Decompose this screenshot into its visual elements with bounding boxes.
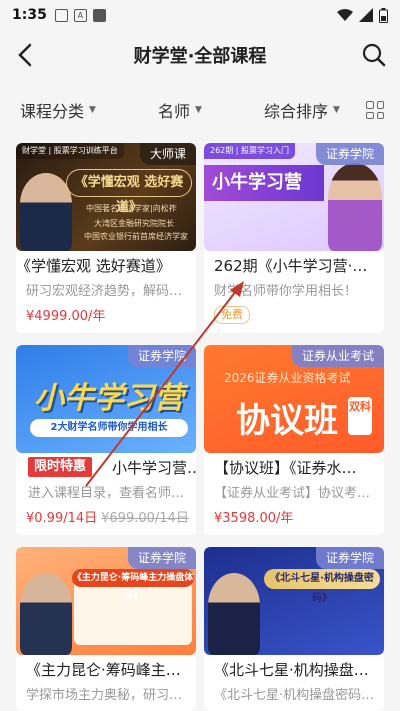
status-time: 1:35 [12, 7, 47, 23]
square-icon [92, 8, 106, 22]
filter-sort-label: 综合排序 [264, 102, 329, 121]
caret-down-icon: ▼ [195, 105, 202, 115]
wifi-icon [337, 9, 353, 21]
thumb-line: 大湾区金融研究院院长 [94, 219, 174, 228]
free-tag: 免费 [214, 306, 250, 324]
font-a-icon: A [73, 8, 87, 22]
back-arrow-icon[interactable] [10, 39, 42, 71]
signal-icon [359, 8, 373, 22]
category-badge: 证券学院 [127, 345, 196, 367]
thumb-line: 中国著名经济学家|向松祚 [86, 204, 177, 213]
thumb-title: 《主力昆仑·筹码峰主力操盘体系》 [72, 569, 194, 601]
course-card[interactable]: 《主力昆仑·筹码峰主力操盘体系》 证券学院 《主力昆仑·筹码峰主… 学探市场主力… [16, 547, 196, 711]
course-card[interactable]: 262期 | 股票学习入门 小牛学习营 证券学院 262期《小牛学习营·… 财学… [204, 143, 384, 333]
page-title: 财学堂·全部课程 [133, 46, 267, 67]
course-card[interactable]: 《北斗七星·机构操盘密码》 证券学院 《北斗七星·机构操盘… 《北斗七星·机构操… [204, 547, 384, 711]
category-badge: 证券学院 [315, 547, 384, 569]
course-subtitle: 《北斗七星·机构操盘密码… [214, 688, 375, 703]
thumb-strip: 2大财学名师带你学用相长 [30, 419, 188, 437]
thumb-line: 中国农业银行前首席经济学家 [84, 232, 188, 241]
promo-badge: 限时特惠 [28, 457, 93, 477]
filter-teacher-label: 名师 [158, 102, 191, 121]
course-title: 262期《小牛学习营·… [214, 257, 368, 275]
course-price: ¥3598.00/年 [214, 511, 294, 526]
filter-category[interactable]: 课程分类 ▼ [20, 98, 96, 122]
course-thumbnail: 《主力昆仑·筹码峰主力操盘体系》 证券学院 [16, 547, 196, 655]
category-badge: 证券学院 [127, 547, 196, 569]
course-subtitle: 进入课程目录，查看名师… [28, 486, 185, 501]
speaker-photo [20, 573, 72, 655]
course-thumbnail: 《北斗七星·机构操盘密码》 证券学院 [204, 547, 384, 655]
caret-down-icon: ▼ [333, 105, 340, 115]
status-bar: 1:35 A [0, 0, 400, 30]
category-badge: 证券从业考试 [291, 345, 384, 367]
battery-icon [379, 7, 388, 23]
thumb-top-text: 2026证券从业资格考试 [224, 371, 351, 385]
course-title: 《学懂宏观 选好赛道》 [16, 257, 171, 275]
course-title: 【协议班】《证券水… [214, 459, 357, 477]
current-price: ¥0.99/14日 [26, 511, 98, 526]
course-thumbnail: 262期 | 股票学习入门 小牛学习营 证券学院 [204, 143, 384, 251]
filter-sort[interactable]: 综合排序 ▼ [264, 98, 340, 122]
search-icon[interactable] [358, 39, 390, 71]
image-icon [54, 8, 68, 22]
course-subtitle: 财学名师带你学用相长！ [214, 284, 358, 299]
filter-category-label: 课程分类 [20, 102, 85, 121]
course-subtitle: 【证券从业考试】协议考… [214, 486, 371, 501]
course-price: ¥4999.00/年 [26, 309, 106, 324]
grid-view-icon[interactable] [366, 101, 384, 119]
course-thumbnail: 小牛学习营 2大财学名师带你学用相长 证券学院 [16, 345, 196, 453]
category-badge: 大师课 [139, 143, 196, 165]
filter-bar: 课程分类 ▼ 名师 ▼ 综合排序 ▼ [0, 90, 400, 130]
caret-down-icon: ▼ [89, 105, 96, 115]
course-subtitle: 学探市场主力奥秘，研习… [26, 688, 183, 703]
course-card[interactable]: 财学堂 | 股票学习训练平台 《学懂宏观 选好赛道》 中国著名经济学家|向松祚 … [16, 143, 196, 333]
course-title: 《北斗七星·机构操盘… [214, 661, 369, 679]
course-title: 《主力昆仑·筹码峰主… [26, 661, 181, 679]
filter-teacher[interactable]: 名师 ▼ [158, 98, 202, 122]
course-subtitle: 研习宏观经济趋势，解码… [26, 284, 183, 299]
course-thumbnail: 财学堂 | 股票学习训练平台 《学懂宏观 选好赛道》 中国著名经济学家|向松祚 … [16, 143, 196, 251]
course-thumbnail: 2026证券从业资格考试 协议班 双科 证券从业考试 [204, 345, 384, 453]
thumb-title: 小牛学习营 [204, 165, 324, 201]
nav-header: 财学堂·全部课程 [0, 30, 400, 80]
thumb-dual-tag: 双科 [348, 397, 372, 435]
category-badge: 证券学院 [315, 143, 384, 165]
thumb-title: 小牛学习营 [34, 381, 184, 416]
brand-bar: 财学堂 | 股票学习训练平台 [16, 143, 124, 159]
speaker-photo [208, 573, 260, 655]
original-price: ¥699.00/14日 [101, 511, 189, 526]
speaker-photo [20, 173, 72, 251]
thumb-title: 《学懂宏观 选好赛道》 [66, 169, 192, 215]
course-card[interactable]: 小牛学习营 2大财学名师带你学用相长 证券学院 限时特惠 小牛学习营… 进入课程… [16, 345, 196, 535]
course-price: ¥0.99/14日 ¥699.00/14日 [26, 507, 189, 526]
thumb-title: 《北斗七星·机构操盘密码》 [264, 569, 380, 604]
course-title: 小牛学习营… [112, 459, 196, 477]
course-card[interactable]: 2026证券从业资格考试 协议班 双科 证券从业考试 【协议班】《证券水… 【证… [204, 345, 384, 535]
thumb-top-text: 262期 | 股票学习入门 [204, 143, 296, 159]
speaker-photo [328, 163, 382, 251]
thumb-title: 协议班 [236, 401, 338, 441]
